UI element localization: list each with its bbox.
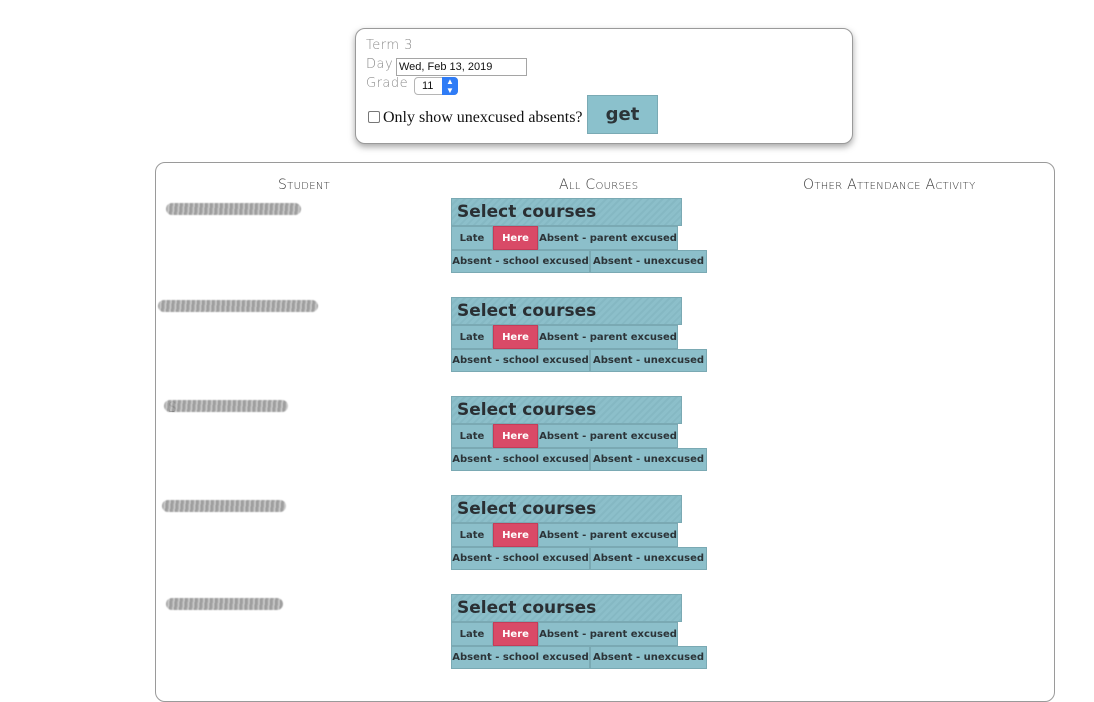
redaction-scribble <box>162 500 286 512</box>
redaction-scribble <box>166 598 283 610</box>
term-label: Term 3 <box>366 38 413 53</box>
absent-unexcused-button[interactable]: Absent - unexcused <box>590 448 707 471</box>
late-button[interactable]: Late <box>451 622 493 646</box>
select-courses-button[interactable]: Select courses <box>451 495 682 523</box>
unexcused-checkbox[interactable] <box>368 111 380 123</box>
absent-unexcused-button[interactable]: Absent - unexcused <box>590 646 707 669</box>
here-button[interactable]: Here <box>493 622 538 646</box>
select-courses-button[interactable]: Select courses <box>451 594 682 622</box>
select-courses-button[interactable]: Select courses <box>451 396 682 424</box>
unexcused-label: Only show unexcused absents? <box>383 109 583 126</box>
select-arrows-icon: ▲ ▼ <box>442 77 458 95</box>
here-button[interactable]: Here <box>493 424 538 448</box>
here-button[interactable]: Here <box>493 523 538 547</box>
filter-panel: Term 3 Day Wed, Feb 13, 2019 Grade 11 ▲ ▼… <box>355 28 853 144</box>
absent-parent-excused-button[interactable]: Absent - parent excused <box>538 424 678 448</box>
grade-label: Grade <box>366 76 409 91</box>
late-button[interactable]: Late <box>451 424 493 448</box>
date-input[interactable]: Wed, Feb 13, 2019 <box>396 58 527 76</box>
late-button[interactable]: Late <box>451 325 493 349</box>
absent-parent-excused-button[interactable]: Absent - parent excused <box>538 622 678 646</box>
grade-value: 11 <box>422 80 434 92</box>
absent-school-excused-button[interactable]: Absent - school excused <box>451 349 590 372</box>
late-button[interactable]: Late <box>451 523 493 547</box>
redaction-scribble <box>164 400 288 412</box>
attendance-table: Student All Courses Other Attendance Act… <box>155 162 1055 702</box>
absent-school-excused-button[interactable]: Absent - school excused <box>451 547 590 570</box>
absent-unexcused-button[interactable]: Absent - unexcused <box>590 547 707 570</box>
here-button[interactable]: Here <box>493 325 538 349</box>
day-label: Day <box>366 57 394 72</box>
absent-parent-excused-button[interactable]: Absent - parent excused <box>538 325 678 349</box>
absent-school-excused-button[interactable]: Absent - school excused <box>451 646 590 669</box>
get-button[interactable]: get <box>587 95 658 134</box>
table-row: Select courses Late Here Absent - parent ex… <box>156 163 1056 669</box>
absent-school-excused-button[interactable]: Absent - school excused <box>451 448 590 471</box>
unexcused-filter: Only show unexcused absents? <box>368 109 583 127</box>
absent-parent-excused-button[interactable]: Absent - parent excused <box>538 523 678 547</box>
select-courses-button[interactable]: Select courses <box>451 297 682 325</box>
absent-unexcused-button[interactable]: Absent - unexcused <box>590 349 707 372</box>
grade-select[interactable]: 11 ▲ ▼ <box>414 77 458 95</box>
redaction-scribble <box>158 300 318 312</box>
